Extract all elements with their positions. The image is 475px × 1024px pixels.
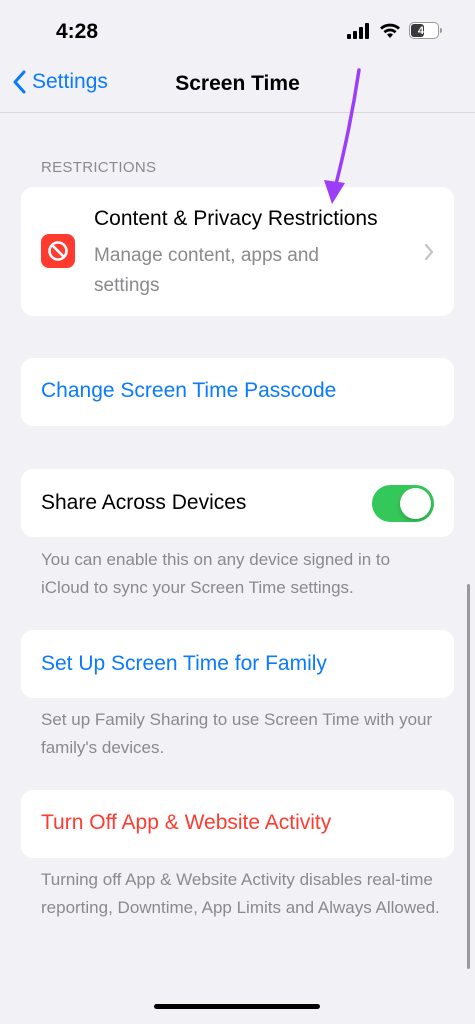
- restrictions-subtitle: Manage content, apps and settings: [94, 245, 320, 296]
- restrictions-icon: [41, 234, 75, 268]
- family-setup-row[interactable]: Set Up Screen Time for Family: [21, 630, 454, 698]
- turn-off-footnote: Turning off App & Website Activity disab…: [41, 870, 440, 917]
- status-time: 4:28: [56, 20, 99, 43]
- restrictions-section-header: RESTRICTIONS: [41, 159, 157, 176]
- toggle-knob: [400, 488, 431, 519]
- wifi-icon: [380, 23, 400, 38]
- change-passcode-link[interactable]: Change Screen Time Passcode: [41, 379, 336, 403]
- scroll-indicator[interactable]: [467, 584, 470, 969]
- restrictions-title: Content & Privacy Restrictions: [94, 207, 378, 230]
- cellular-signal-icon: [347, 22, 369, 39]
- share-footnote: You can enable this on any device signed…: [41, 550, 391, 597]
- turn-off-activity-row[interactable]: Turn Off App & Website Activity: [21, 790, 454, 858]
- status-bar: 4:28 47: [0, 0, 475, 60]
- share-across-devices-toggle[interactable]: [372, 485, 434, 522]
- page-title: Screen Time: [175, 72, 300, 95]
- battery-icon: 47: [409, 22, 442, 39]
- change-passcode-row[interactable]: Change Screen Time Passcode: [21, 358, 454, 426]
- navigation-bar: Settings Screen Time: [0, 60, 475, 113]
- turn-off-activity-button[interactable]: Turn Off App & Website Activity: [41, 811, 331, 835]
- content-privacy-restrictions-row[interactable]: Content & Privacy Restrictions Manage co…: [21, 187, 454, 316]
- home-indicator[interactable]: [154, 1004, 320, 1009]
- battery-level: 47: [417, 24, 431, 37]
- status-icons: 47: [347, 22, 442, 39]
- share-across-devices-label: Share Across Devices: [41, 491, 247, 514]
- family-setup-link[interactable]: Set Up Screen Time for Family: [41, 652, 327, 676]
- share-across-devices-row: Share Across Devices: [21, 469, 454, 537]
- prohibited-icon: [48, 241, 68, 261]
- family-footnote: Set up Family Sharing to use Screen Time…: [41, 710, 433, 757]
- chevron-right-icon: [424, 243, 434, 261]
